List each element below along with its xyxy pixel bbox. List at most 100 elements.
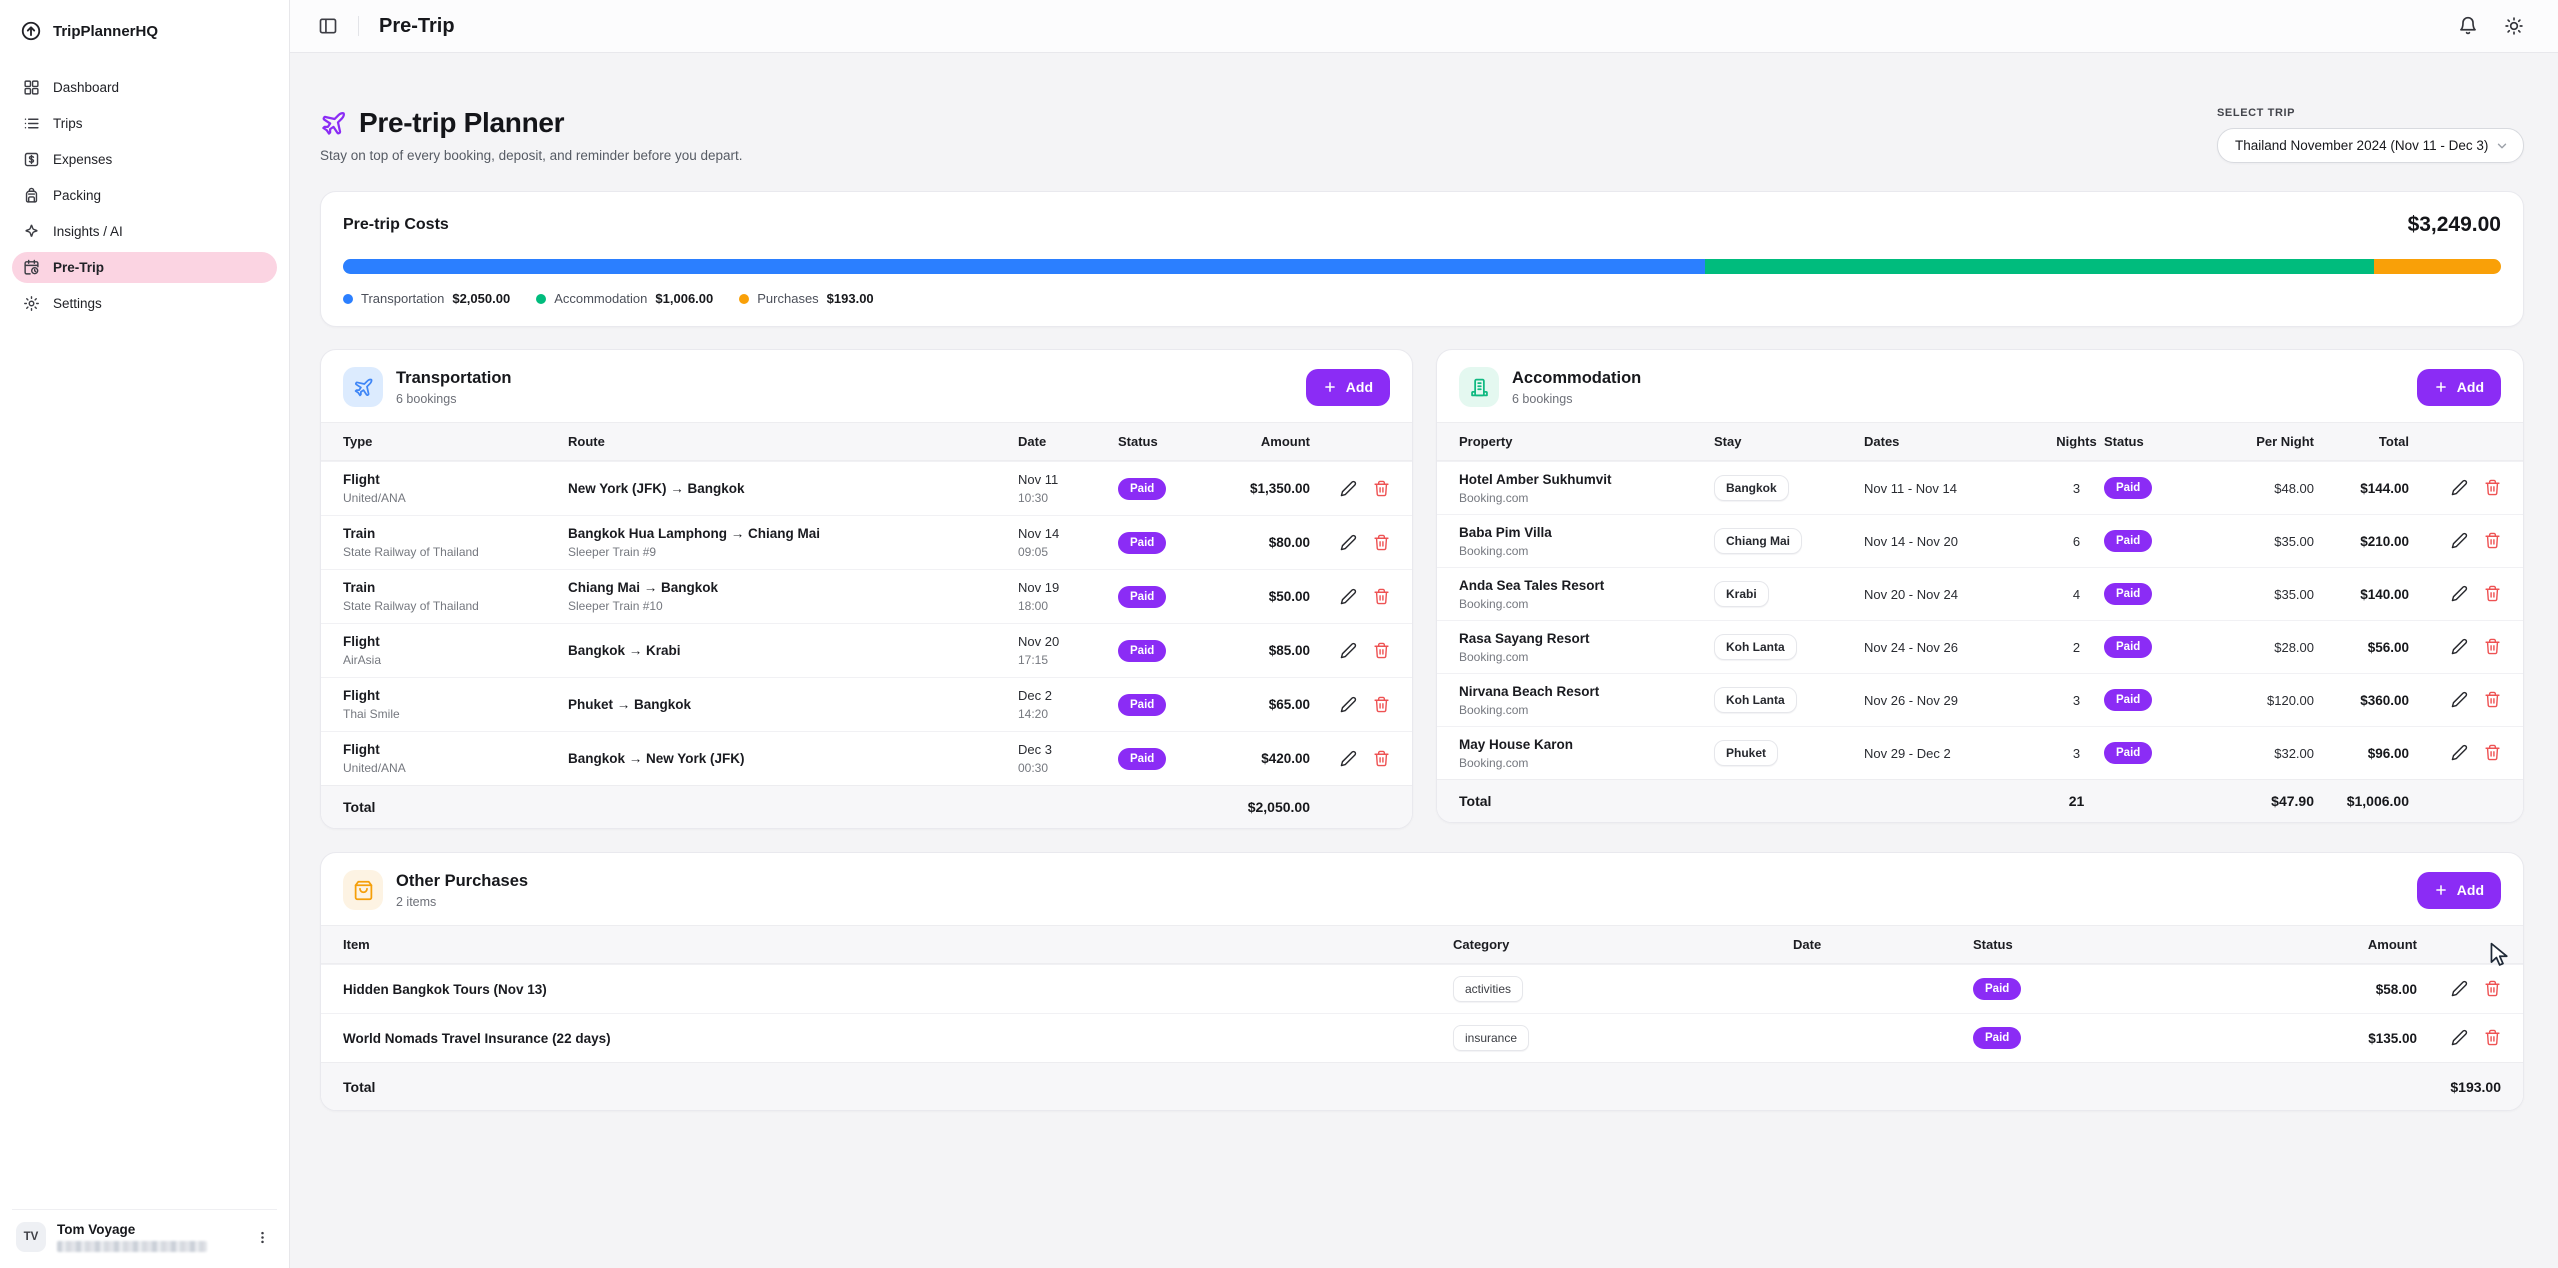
theme-toggle-button[interactable] bbox=[2504, 16, 2524, 36]
edit-button[interactable] bbox=[1339, 534, 1357, 552]
add-accommodation-button[interactable]: Add bbox=[2417, 369, 2501, 406]
sidebar-toggle-button[interactable] bbox=[318, 16, 338, 36]
trash-icon bbox=[2484, 532, 2501, 549]
edit-button[interactable] bbox=[1339, 696, 1357, 714]
col-header-status: Status bbox=[1973, 937, 2153, 952]
edit-button[interactable] bbox=[2450, 980, 2468, 998]
transport-route: Chiang Mai → Bangkok bbox=[568, 580, 1018, 595]
sidebar: TripPlannerHQ Dashboard Trips Expenses P… bbox=[0, 0, 290, 1268]
delete-button[interactable] bbox=[2483, 585, 2501, 603]
sidebar-item-dashboard[interactable]: Dashboard bbox=[12, 72, 277, 103]
sidebar-item-pre-trip[interactable]: Pre-Trip bbox=[12, 252, 277, 283]
section-title: Accommodation bbox=[1512, 369, 1641, 388]
nights: 6 bbox=[2049, 534, 2104, 549]
trash-icon bbox=[2484, 479, 2501, 496]
stay-pill: Koh Lanta bbox=[1714, 634, 1797, 660]
delete-button[interactable] bbox=[1372, 642, 1390, 660]
app-name: TripPlannerHQ bbox=[53, 23, 158, 40]
calendar-clock-icon bbox=[23, 259, 40, 276]
sidebar-item-expenses[interactable]: Expenses bbox=[12, 144, 277, 175]
legend-amount: $1,006.00 bbox=[655, 291, 713, 306]
accommodation-row: Anda Sea Tales ResortBooking.com Krabi N… bbox=[1437, 567, 2523, 620]
edit-button[interactable] bbox=[1339, 588, 1357, 606]
costs-total: $3,249.00 bbox=[2408, 213, 2501, 237]
sidebar-item-settings[interactable]: Settings bbox=[12, 288, 277, 319]
col-header-type: Type bbox=[343, 434, 568, 449]
transportation-row: FlightAirAsia Bangkok → Krabi Nov 2017:1… bbox=[321, 623, 1412, 677]
col-header-date: Date bbox=[1018, 434, 1118, 449]
purchase-row: Hidden Bangkok Tours (Nov 13) activities… bbox=[321, 964, 2523, 1013]
list-icon bbox=[23, 115, 40, 132]
app-logo: TripPlannerHQ bbox=[12, 14, 277, 44]
pencil-icon bbox=[2451, 585, 2468, 602]
trash-icon bbox=[2484, 980, 2501, 997]
edit-button[interactable] bbox=[2450, 479, 2468, 497]
trash-icon bbox=[2484, 1029, 2501, 1046]
col-header-nights: Nights bbox=[2049, 434, 2104, 449]
category-pill: insurance bbox=[1453, 1025, 1529, 1051]
edit-button[interactable] bbox=[2450, 1029, 2468, 1047]
transport-time: 00:30 bbox=[1018, 761, 1118, 775]
delete-button[interactable] bbox=[2483, 980, 2501, 998]
delete-button[interactable] bbox=[1372, 480, 1390, 498]
delete-button[interactable] bbox=[2483, 479, 2501, 497]
sidebar-item-label: Dashboard bbox=[53, 80, 119, 95]
page-title-row: Pre-trip Planner bbox=[320, 107, 743, 139]
property-name: Rasa Sayang Resort bbox=[1459, 631, 1714, 646]
property-source: Booking.com bbox=[1459, 491, 1714, 505]
edit-button[interactable] bbox=[2450, 744, 2468, 762]
delete-button[interactable] bbox=[1372, 588, 1390, 606]
edit-button[interactable] bbox=[2450, 638, 2468, 656]
col-header-category: Category bbox=[1453, 937, 1793, 952]
property-name: Nirvana Beach Resort bbox=[1459, 684, 1714, 699]
delete-button[interactable] bbox=[2483, 638, 2501, 656]
sidebar-item-packing[interactable]: Packing bbox=[12, 180, 277, 211]
compass-arrow-icon bbox=[20, 20, 42, 42]
purchase-item: Hidden Bangkok Tours (Nov 13) bbox=[343, 982, 1453, 997]
purchases-total: $193.00 bbox=[2153, 1079, 2501, 1095]
edit-button[interactable] bbox=[1339, 480, 1357, 498]
sidebar-item-insights[interactable]: Insights / AI bbox=[12, 216, 277, 247]
edit-button[interactable] bbox=[1339, 750, 1357, 768]
stay-pill: Phuket bbox=[1714, 740, 1778, 766]
delete-button[interactable] bbox=[1372, 696, 1390, 714]
transport-time: 17:15 bbox=[1018, 653, 1118, 667]
trip-select-value: Thailand November 2024 (Nov 11 - Dec 3) bbox=[2235, 138, 2488, 153]
transport-date: Dec 3 bbox=[1018, 742, 1118, 757]
col-header-route: Route bbox=[568, 434, 1018, 449]
delete-button[interactable] bbox=[1372, 534, 1390, 552]
per-night: $32.00 bbox=[2209, 746, 2314, 761]
col-header-dates: Dates bbox=[1864, 434, 2049, 449]
stay-dates: Nov 14 - Nov 20 bbox=[1864, 534, 2049, 549]
accommodation-table-header: Property Stay Dates Nights Status Per Ni… bbox=[1437, 422, 2523, 461]
trash-icon bbox=[2484, 691, 2501, 708]
purchase-row: World Nomads Travel Insurance (22 days) … bbox=[321, 1013, 2523, 1062]
sidebar-item-trips[interactable]: Trips bbox=[12, 108, 277, 139]
edit-button[interactable] bbox=[1339, 642, 1357, 660]
notifications-button[interactable] bbox=[2458, 16, 2478, 36]
delete-button[interactable] bbox=[1372, 750, 1390, 768]
purchase-amount: $58.00 bbox=[2153, 982, 2417, 997]
per-night: $28.00 bbox=[2209, 640, 2314, 655]
chevron-down-icon bbox=[2495, 139, 2509, 153]
delete-button[interactable] bbox=[2483, 691, 2501, 709]
edit-button[interactable] bbox=[2450, 585, 2468, 603]
legend-amount: $2,050.00 bbox=[452, 291, 510, 306]
delete-button[interactable] bbox=[2483, 532, 2501, 550]
add-purchase-button[interactable]: Add bbox=[2417, 872, 2501, 909]
transport-route-sub: Sleeper Train #9 bbox=[568, 545, 1018, 559]
edit-button[interactable] bbox=[2450, 691, 2468, 709]
legend-item-transportation: Transportation $2,050.00 bbox=[343, 291, 510, 306]
col-header-status: Status bbox=[2104, 434, 2209, 449]
bar-segment-accommodation bbox=[1705, 259, 2374, 274]
accommodation-icon-tile bbox=[1459, 367, 1499, 407]
trip-select[interactable]: Thailand November 2024 (Nov 11 - Dec 3) bbox=[2217, 128, 2524, 163]
accommodation-total: $1,006.00 bbox=[2314, 793, 2409, 809]
delete-button[interactable] bbox=[2483, 1029, 2501, 1047]
sidebar-item-label: Packing bbox=[53, 188, 101, 203]
delete-button[interactable] bbox=[2483, 744, 2501, 762]
add-transportation-button[interactable]: Add bbox=[1306, 369, 1390, 406]
status-badge: Paid bbox=[2104, 636, 2152, 658]
edit-button[interactable] bbox=[2450, 532, 2468, 550]
user-menu-button[interactable] bbox=[251, 1226, 273, 1248]
